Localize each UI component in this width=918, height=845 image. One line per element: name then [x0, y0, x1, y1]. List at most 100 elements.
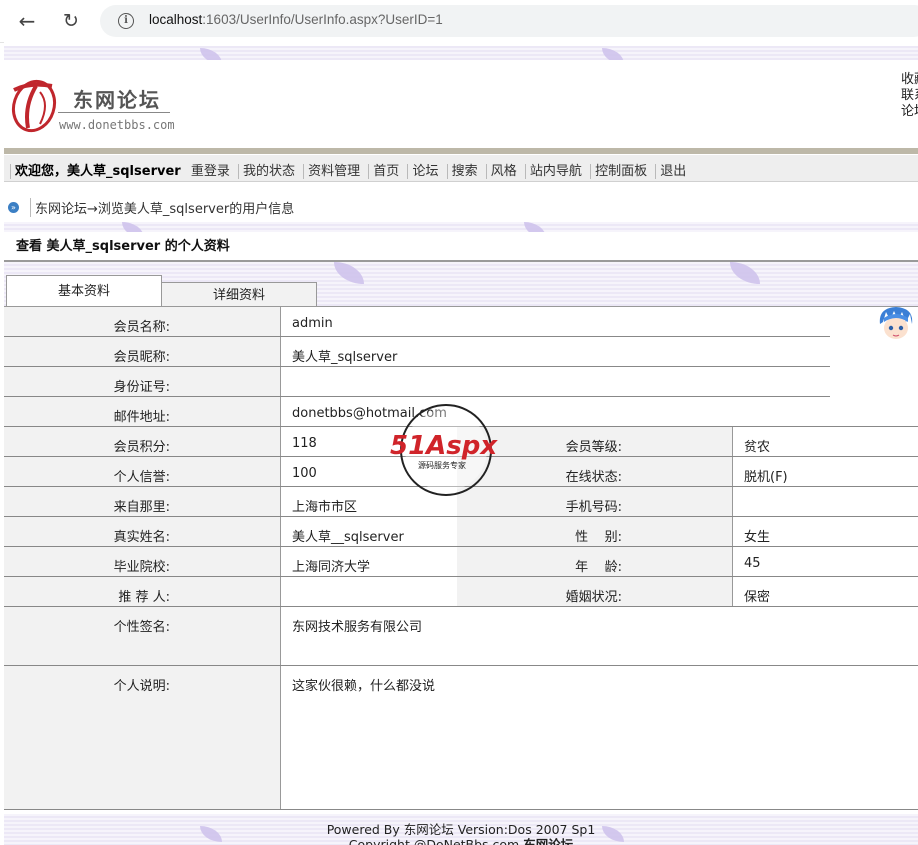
menu-profile-manage[interactable]: 资料管理: [303, 164, 365, 179]
field-label: 个人信誉:: [113, 470, 170, 485]
footer-line-2: Copyright @DoNetBbs.com 东网论坛: [4, 837, 918, 845]
value-cell: 东网技术服务有限公司: [281, 607, 918, 665]
reload-icon[interactable]: ↻: [58, 8, 84, 34]
url-path: :1603/UserInfo/UserInfo.aspx?UserID=1: [202, 12, 443, 27]
url-text[interactable]: localhost:1603/UserInfo/UserInfo.aspx?Us…: [149, 12, 443, 27]
label-cell: 会员昵称:: [4, 337, 281, 366]
field-label: 会员等级:: [565, 440, 622, 455]
forum-logo-icon[interactable]: [10, 76, 60, 134]
field-label: 真实姓名:: [113, 530, 170, 545]
logo-underline: [58, 112, 170, 113]
table-row: 个人说明: 这家伙很赖，什么都没说: [4, 666, 918, 810]
main-menu-bar: 欢迎您，美人草_sqlserver 重登录 我的状态 资料管理 首页 论坛 搜索…: [4, 155, 918, 182]
value-cell: 美人草_sqlserver: [281, 337, 830, 366]
menu-style[interactable]: 风格: [485, 164, 521, 179]
table-row: 会员昵称: 美人草_sqlserver: [4, 337, 830, 367]
profile-title-bar: 查看 美人草_sqlserver 的个人资料: [4, 232, 918, 262]
field-label: 会员积分:: [113, 440, 170, 455]
level-value: 贫农: [744, 440, 771, 455]
breadcrumb-text: 东网论坛→浏览美人草_sqlserver的用户信息: [30, 198, 294, 217]
browser-toolbar: ← ↻ i localhost:1603/UserInfo/UserInfo.a…: [0, 0, 918, 43]
label-cell: 性 别:: [457, 517, 733, 546]
menu-home[interactable]: 首页: [368, 164, 404, 179]
footer-brand-bold[interactable]: 东网论坛: [523, 837, 573, 845]
leaf-decoration-icon: [334, 262, 364, 284]
breadcrumb-current: →浏览美人草_sqlserver的用户信息: [87, 202, 295, 217]
value-cell: 保密: [733, 577, 918, 606]
location-value: 上海市市区: [292, 500, 358, 515]
field-label: 会员名称:: [113, 320, 170, 335]
field-label: 邮件地址:: [113, 410, 170, 425]
value-cell: donetbbs@hotmail.com: [281, 397, 918, 426]
field-label: 会员昵称:: [113, 350, 170, 365]
field-label: 个人说明:: [113, 679, 170, 694]
menu-forum[interactable]: 论坛: [407, 164, 443, 179]
value-cell: 美人草__sqlserver: [281, 517, 456, 546]
field-label: 手机号码:: [565, 500, 622, 515]
site-footer: Powered By 东网论坛 Version:Dos 2007 Sp1 Cop…: [4, 814, 918, 845]
back-arrow-icon[interactable]: ←: [14, 8, 40, 34]
footer-version: Version:Dos 2007 Sp1: [453, 822, 596, 837]
field-label: 年 龄:: [575, 560, 622, 575]
footer-copyright: Copyright @DoNetBbs.com: [348, 837, 524, 845]
profile-table: 会员名称: admin 会员昵称: 美人草_sqlserver 身份证号: 邮件…: [4, 306, 918, 811]
welcome-username: 美人草_sqlserver: [67, 164, 181, 179]
table-row: 会员名称: admin: [4, 307, 830, 337]
tab-detail-info[interactable]: 详细资料: [161, 282, 317, 308]
label-cell: 个性签名:: [4, 607, 281, 665]
label-cell: 真实姓名:: [4, 517, 281, 546]
menu-search[interactable]: 搜索: [446, 164, 482, 179]
table-row: 真实姓名: 美人草__sqlserver 性 别: 女生: [4, 517, 918, 547]
footer-text: Powered By 东网论坛 Version:Dos 2007 Sp1 Cop…: [4, 822, 918, 845]
value-cell: 女生: [733, 517, 918, 546]
online-status-value: 脱机(F): [744, 470, 788, 485]
table-row: 身份证号:: [4, 367, 830, 397]
label-cell: 会员名称:: [4, 307, 281, 336]
marital-value: 保密: [744, 590, 771, 605]
label-cell: 推 荐 人:: [4, 577, 281, 606]
menu-logout[interactable]: 退出: [655, 164, 691, 179]
page-title: 查看 美人草_sqlserver 的个人资料: [16, 239, 230, 254]
label-cell: 年 龄:: [457, 547, 733, 576]
header-divider: [4, 148, 918, 154]
tab-basic-info[interactable]: 基本资料: [6, 275, 162, 308]
value-cell: 这家伙很赖，什么都没说: [281, 666, 918, 809]
value-cell: [281, 367, 830, 396]
menu-my-status[interactable]: 我的状态: [237, 164, 299, 179]
menu-control-panel[interactable]: 控制面板: [590, 164, 652, 179]
value-cell: [281, 577, 456, 606]
site-header: 东网论坛 www.donetbbs.com 收藏 联系 论坛: [4, 60, 918, 148]
about-value: 这家伙很赖，什么都没说: [292, 679, 436, 694]
leaf-decoration-icon: [730, 262, 760, 284]
menu-relogin[interactable]: 重登录: [189, 164, 234, 179]
table-row: 毕业院校: 上海同济大学 年 龄: 45: [4, 547, 918, 577]
menu-site-nav[interactable]: 站内导航: [524, 164, 586, 179]
label-cell: 个人说明:: [4, 666, 281, 809]
member-nick-value: 美人草_sqlserver: [292, 350, 398, 365]
watermark-brand: 51Aspx: [390, 431, 498, 461]
credit-value: 100: [292, 466, 317, 481]
contact-link[interactable]: 联系: [901, 88, 918, 104]
welcome-text: 欢迎您，美人草_sqlserver: [10, 164, 185, 179]
field-label: 在线状态:: [565, 470, 622, 485]
field-label: 来自那里:: [113, 500, 170, 515]
51aspx-watermark-logo: 51Aspx 源码服务专家: [390, 404, 498, 496]
address-bar[interactable]: i localhost:1603/UserInfo/UserInfo.aspx?…: [100, 5, 918, 37]
field-label: 推 荐 人:: [118, 590, 170, 605]
bookmark-link[interactable]: 收藏: [901, 72, 918, 88]
value-cell: 贫农: [733, 427, 918, 456]
value-cell: [733, 487, 918, 516]
field-label: 性 别:: [575, 530, 622, 545]
site-info-icon[interactable]: i: [118, 13, 134, 29]
label-cell: 身份证号:: [4, 367, 281, 396]
label-cell: 会员积分:: [4, 427, 281, 456]
gender-value: 女生: [744, 530, 771, 545]
label-cell: 来自那里:: [4, 487, 281, 516]
value-cell: admin: [281, 307, 830, 336]
quick-links: 收藏 联系 论坛: [901, 72, 918, 120]
footer-brand-link[interactable]: 东网论坛: [404, 822, 454, 837]
url-host: localhost: [149, 12, 203, 27]
breadcrumb-forum-link[interactable]: 东网论坛: [35, 202, 87, 217]
forum-link[interactable]: 论坛: [901, 104, 918, 120]
member-name-value: admin: [292, 316, 333, 331]
